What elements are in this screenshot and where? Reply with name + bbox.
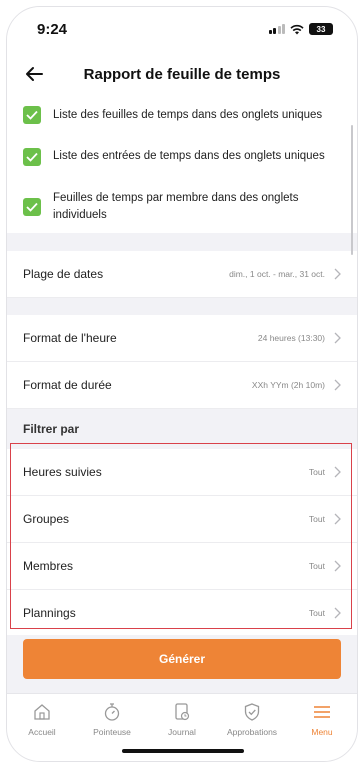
tab-journal[interactable]: Journal — [150, 702, 214, 761]
row-label: Plage de dates — [23, 267, 104, 281]
chevron-right-icon — [334, 268, 341, 280]
tab-menu[interactable]: Menu — [290, 702, 354, 761]
status-icons: 33 — [268, 23, 333, 35]
row-label: Heures suivies — [23, 465, 102, 479]
filter-section-title: Filtrer par — [7, 409, 357, 449]
tab-label: Accueil — [28, 727, 56, 737]
journal-icon — [175, 703, 190, 721]
row-value: XXh YYm (2h 10m) — [251, 380, 325, 390]
stopwatch-icon — [104, 703, 120, 721]
generate-button[interactable]: Générer — [23, 639, 341, 679]
date-range-row[interactable]: Plage de dates dim., 1 oct. - mar., 31 o… — [7, 251, 357, 298]
option-label: Liste des entrées de temps dans des ongl… — [53, 150, 325, 163]
row-value: Tout — [308, 561, 325, 571]
row-value: 24 heures (13:30) — [257, 333, 325, 343]
tab-label: Menu — [311, 727, 333, 737]
status-bar: 9:24 33 — [7, 7, 357, 51]
row-value: Tout — [308, 608, 325, 618]
filter-row-tracked-hours[interactable]: Heures suivies Tout — [7, 449, 357, 496]
checkbox-checked[interactable] — [23, 147, 41, 166]
checkbox-checked[interactable] — [23, 197, 41, 216]
back-arrow-icon[interactable] — [23, 63, 45, 85]
option-label: Feuilles de temps par membre dans des on… — [53, 191, 299, 221]
checkmark-icon — [26, 110, 38, 120]
checkmark-icon — [26, 202, 38, 212]
row-value: dim., 1 oct. - mar., 31 oct. — [229, 269, 325, 279]
checkmark-icon — [26, 152, 38, 162]
row-label: Membres — [23, 559, 74, 573]
chevron-right-icon — [334, 607, 341, 619]
chevron-right-icon — [334, 332, 341, 344]
option-label: Liste des feuilles de temps dans des ong… — [53, 108, 323, 121]
phone-screen: 9:24 33 Rapport de feuille de temps List… — [6, 6, 358, 762]
menu-icon — [314, 706, 330, 718]
chevron-right-icon — [334, 513, 341, 525]
filter-row-groups[interactable]: Groupes Tout — [7, 496, 357, 543]
scrollbar[interactable] — [351, 125, 353, 255]
row-value: Tout — [308, 514, 325, 524]
home-indicator — [122, 749, 244, 753]
wifi-icon — [290, 24, 304, 34]
hour-format-row[interactable]: Format de l'heure 24 heures (13:30) — [7, 315, 357, 362]
shield-check-icon — [244, 703, 260, 721]
page-title: Rapport de feuille de temps — [83, 65, 281, 83]
chevron-right-icon — [334, 560, 341, 572]
row-label: Format de durée — [23, 378, 112, 392]
signal-icon — [268, 24, 285, 34]
tab-label: Approbations — [226, 727, 278, 737]
row-label: Groupes — [23, 512, 70, 526]
row-label: Format de l'heure — [23, 331, 117, 345]
checkbox-checked[interactable] — [23, 106, 41, 124]
tab-label: Journal — [168, 727, 196, 737]
tab-home[interactable]: Accueil — [10, 702, 74, 761]
report-settings: Liste des feuilles de temps dans des ong… — [7, 97, 357, 637]
duration-format-row[interactable]: Format de durée XXh YYm (2h 10m) — [7, 362, 357, 409]
section-spacer — [7, 298, 357, 315]
filter-row-members[interactable]: Membres Tout — [7, 543, 357, 590]
section-spacer — [7, 233, 357, 251]
tab-timeclock[interactable]: Pointeuse — [80, 702, 144, 761]
generate-area: Générer — [7, 635, 357, 693]
chevron-right-icon — [334, 466, 341, 478]
tab-approvals[interactable]: Approbations — [220, 702, 284, 761]
option-member-timesheets[interactable]: Feuilles de temps par membre dans des on… — [7, 180, 357, 233]
home-icon — [34, 704, 50, 720]
row-label: Plannings — [23, 606, 76, 620]
tab-label: Pointeuse — [93, 727, 131, 737]
option-unique-timesheets[interactable]: Liste des feuilles de temps dans des ong… — [7, 97, 357, 133]
option-unique-entries[interactable]: Liste des entrées de temps dans des ongl… — [7, 133, 357, 180]
chevron-right-icon — [334, 379, 341, 391]
header: Rapport de feuille de temps — [7, 51, 357, 97]
filter-row-schedules[interactable]: Plannings Tout — [7, 590, 357, 637]
battery-icon: 33 — [309, 23, 333, 35]
status-time: 9:24 — [37, 20, 68, 38]
row-value: Tout — [308, 467, 325, 477]
